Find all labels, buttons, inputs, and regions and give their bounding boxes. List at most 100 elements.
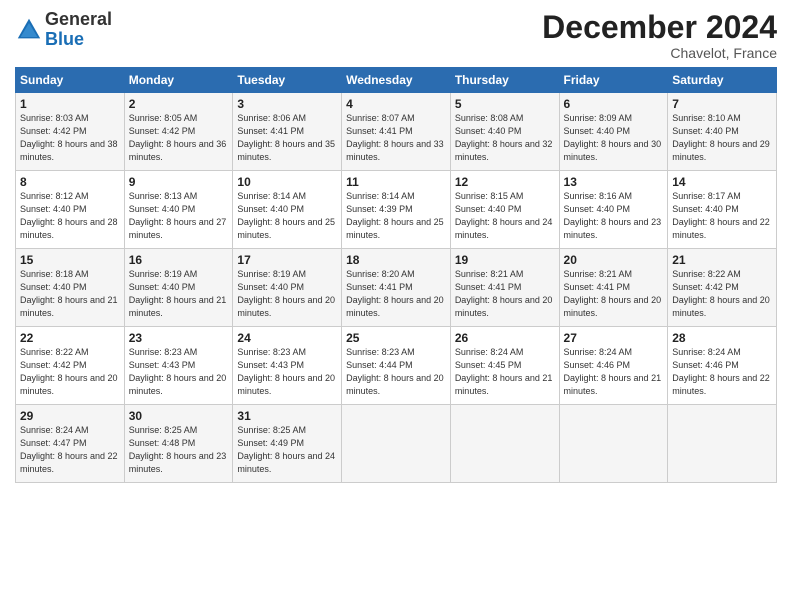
calendar-cell: 7Sunrise: 8:10 AM Sunset: 4:40 PM Daylig… — [668, 93, 777, 171]
day-number: 20 — [564, 253, 664, 267]
col-thursday: Thursday — [450, 68, 559, 93]
calendar-cell: 12Sunrise: 8:15 AM Sunset: 4:40 PM Dayli… — [450, 171, 559, 249]
day-number: 31 — [237, 409, 337, 423]
calendar-cell — [559, 405, 668, 483]
day-number: 18 — [346, 253, 446, 267]
col-friday: Friday — [559, 68, 668, 93]
day-info: Sunrise: 8:19 AM Sunset: 4:40 PM Dayligh… — [237, 268, 337, 320]
day-info: Sunrise: 8:24 AM Sunset: 4:46 PM Dayligh… — [672, 346, 772, 398]
day-info: Sunrise: 8:25 AM Sunset: 4:49 PM Dayligh… — [237, 424, 337, 476]
day-number: 17 — [237, 253, 337, 267]
day-number: 9 — [129, 175, 229, 189]
calendar-cell: 3Sunrise: 8:06 AM Sunset: 4:41 PM Daylig… — [233, 93, 342, 171]
calendar-cell: 18Sunrise: 8:20 AM Sunset: 4:41 PM Dayli… — [342, 249, 451, 327]
logo-general-text: General — [45, 9, 112, 29]
day-number: 15 — [20, 253, 120, 267]
day-info: Sunrise: 8:07 AM Sunset: 4:41 PM Dayligh… — [346, 112, 446, 164]
title-block: December 2024 Chavelot, France — [542, 10, 777, 61]
day-info: Sunrise: 8:24 AM Sunset: 4:46 PM Dayligh… — [564, 346, 664, 398]
col-tuesday: Tuesday — [233, 68, 342, 93]
logo-blue-text: Blue — [45, 29, 84, 49]
calendar-table: Sunday Monday Tuesday Wednesday Thursday… — [15, 67, 777, 483]
calendar-cell: 25Sunrise: 8:23 AM Sunset: 4:44 PM Dayli… — [342, 327, 451, 405]
col-sunday: Sunday — [16, 68, 125, 93]
month-title: December 2024 — [542, 10, 777, 45]
day-info: Sunrise: 8:03 AM Sunset: 4:42 PM Dayligh… — [20, 112, 120, 164]
calendar-cell: 14Sunrise: 8:17 AM Sunset: 4:40 PM Dayli… — [668, 171, 777, 249]
day-info: Sunrise: 8:20 AM Sunset: 4:41 PM Dayligh… — [346, 268, 446, 320]
day-info: Sunrise: 8:14 AM Sunset: 4:39 PM Dayligh… — [346, 190, 446, 242]
week-row-1: 8Sunrise: 8:12 AM Sunset: 4:40 PM Daylig… — [16, 171, 777, 249]
day-info: Sunrise: 8:22 AM Sunset: 4:42 PM Dayligh… — [20, 346, 120, 398]
day-info: Sunrise: 8:09 AM Sunset: 4:40 PM Dayligh… — [564, 112, 664, 164]
location: Chavelot, France — [542, 45, 777, 61]
calendar-cell: 11Sunrise: 8:14 AM Sunset: 4:39 PM Dayli… — [342, 171, 451, 249]
day-number: 10 — [237, 175, 337, 189]
calendar-cell — [342, 405, 451, 483]
calendar-cell: 22Sunrise: 8:22 AM Sunset: 4:42 PM Dayli… — [16, 327, 125, 405]
calendar-cell: 24Sunrise: 8:23 AM Sunset: 4:43 PM Dayli… — [233, 327, 342, 405]
calendar-cell: 5Sunrise: 8:08 AM Sunset: 4:40 PM Daylig… — [450, 93, 559, 171]
calendar-cell: 8Sunrise: 8:12 AM Sunset: 4:40 PM Daylig… — [16, 171, 125, 249]
day-number: 12 — [455, 175, 555, 189]
col-wednesday: Wednesday — [342, 68, 451, 93]
calendar-cell — [450, 405, 559, 483]
day-number: 5 — [455, 97, 555, 111]
day-number: 1 — [20, 97, 120, 111]
calendar-cell: 15Sunrise: 8:18 AM Sunset: 4:40 PM Dayli… — [16, 249, 125, 327]
calendar-cell: 17Sunrise: 8:19 AM Sunset: 4:40 PM Dayli… — [233, 249, 342, 327]
day-number: 23 — [129, 331, 229, 345]
calendar-cell: 1Sunrise: 8:03 AM Sunset: 4:42 PM Daylig… — [16, 93, 125, 171]
col-saturday: Saturday — [668, 68, 777, 93]
day-number: 27 — [564, 331, 664, 345]
calendar-cell: 9Sunrise: 8:13 AM Sunset: 4:40 PM Daylig… — [124, 171, 233, 249]
day-info: Sunrise: 8:14 AM Sunset: 4:40 PM Dayligh… — [237, 190, 337, 242]
page: General Blue December 2024 Chavelot, Fra… — [0, 0, 792, 612]
calendar-cell: 6Sunrise: 8:09 AM Sunset: 4:40 PM Daylig… — [559, 93, 668, 171]
day-info: Sunrise: 8:10 AM Sunset: 4:40 PM Dayligh… — [672, 112, 772, 164]
calendar-cell — [668, 405, 777, 483]
calendar-cell: 2Sunrise: 8:05 AM Sunset: 4:42 PM Daylig… — [124, 93, 233, 171]
day-number: 4 — [346, 97, 446, 111]
day-number: 22 — [20, 331, 120, 345]
day-number: 11 — [346, 175, 446, 189]
calendar-cell: 28Sunrise: 8:24 AM Sunset: 4:46 PM Dayli… — [668, 327, 777, 405]
calendar-cell: 10Sunrise: 8:14 AM Sunset: 4:40 PM Dayli… — [233, 171, 342, 249]
day-number: 6 — [564, 97, 664, 111]
day-number: 14 — [672, 175, 772, 189]
calendar-cell: 4Sunrise: 8:07 AM Sunset: 4:41 PM Daylig… — [342, 93, 451, 171]
day-info: Sunrise: 8:08 AM Sunset: 4:40 PM Dayligh… — [455, 112, 555, 164]
day-number: 19 — [455, 253, 555, 267]
day-number: 25 — [346, 331, 446, 345]
header-row: Sunday Monday Tuesday Wednesday Thursday… — [16, 68, 777, 93]
day-number: 29 — [20, 409, 120, 423]
calendar-cell: 31Sunrise: 8:25 AM Sunset: 4:49 PM Dayli… — [233, 405, 342, 483]
day-info: Sunrise: 8:23 AM Sunset: 4:43 PM Dayligh… — [237, 346, 337, 398]
calendar-cell: 27Sunrise: 8:24 AM Sunset: 4:46 PM Dayli… — [559, 327, 668, 405]
calendar-cell: 23Sunrise: 8:23 AM Sunset: 4:43 PM Dayli… — [124, 327, 233, 405]
calendar-cell: 13Sunrise: 8:16 AM Sunset: 4:40 PM Dayli… — [559, 171, 668, 249]
day-info: Sunrise: 8:18 AM Sunset: 4:40 PM Dayligh… — [20, 268, 120, 320]
day-info: Sunrise: 8:19 AM Sunset: 4:40 PM Dayligh… — [129, 268, 229, 320]
day-number: 24 — [237, 331, 337, 345]
day-number: 3 — [237, 97, 337, 111]
calendar-cell: 21Sunrise: 8:22 AM Sunset: 4:42 PM Dayli… — [668, 249, 777, 327]
week-row-0: 1Sunrise: 8:03 AM Sunset: 4:42 PM Daylig… — [16, 93, 777, 171]
logo-icon — [15, 16, 43, 44]
day-info: Sunrise: 8:13 AM Sunset: 4:40 PM Dayligh… — [129, 190, 229, 242]
day-number: 16 — [129, 253, 229, 267]
day-number: 13 — [564, 175, 664, 189]
day-number: 30 — [129, 409, 229, 423]
day-number: 26 — [455, 331, 555, 345]
calendar-cell: 19Sunrise: 8:21 AM Sunset: 4:41 PM Dayli… — [450, 249, 559, 327]
day-number: 7 — [672, 97, 772, 111]
day-info: Sunrise: 8:12 AM Sunset: 4:40 PM Dayligh… — [20, 190, 120, 242]
logo: General Blue — [15, 10, 112, 50]
calendar-cell: 30Sunrise: 8:25 AM Sunset: 4:48 PM Dayli… — [124, 405, 233, 483]
day-number: 8 — [20, 175, 120, 189]
calendar-cell: 26Sunrise: 8:24 AM Sunset: 4:45 PM Dayli… — [450, 327, 559, 405]
week-row-4: 29Sunrise: 8:24 AM Sunset: 4:47 PM Dayli… — [16, 405, 777, 483]
day-info: Sunrise: 8:15 AM Sunset: 4:40 PM Dayligh… — [455, 190, 555, 242]
day-number: 21 — [672, 253, 772, 267]
day-info: Sunrise: 8:17 AM Sunset: 4:40 PM Dayligh… — [672, 190, 772, 242]
